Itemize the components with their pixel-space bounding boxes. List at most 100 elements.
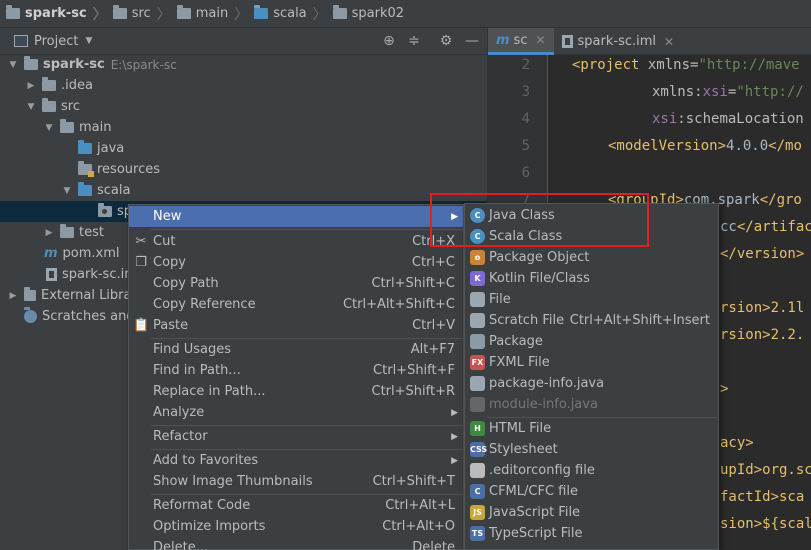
tree-item-main[interactable]: ▼ main (0, 117, 487, 138)
menu-item-shortcut: Ctrl+Shift+R (371, 384, 456, 399)
menu-item-copy-path[interactable]: Copy Path Ctrl+Shift+C (129, 273, 463, 294)
menu-item-label: Analyze (153, 405, 205, 420)
expanded-arrow-icon[interactable]: ▼ (8, 60, 18, 70)
code-line: rsion>2.2. (720, 327, 805, 343)
code-line: xsi:schemaLocation (652, 111, 804, 127)
locate-icon[interactable]: ⊕ (381, 33, 397, 49)
editorconfig-icon (470, 463, 485, 478)
highlight-annotation-box (430, 193, 649, 247)
menu-item-shortcut: Ctrl+C (411, 255, 455, 270)
tree-item-label: main (79, 120, 112, 135)
new-menu-item[interactable]: TS TypeScript File (465, 523, 718, 544)
hide-panel-icon[interactable]: — (464, 33, 480, 49)
menu-item-label: Replace in Path... (153, 384, 266, 399)
submenu-arrow-icon: ▶ (451, 431, 458, 442)
menu-item-reformat-code[interactable]: Reformat Code Ctrl+Alt+L (129, 495, 463, 516)
menu-item-new[interactable]: New ▶ (129, 206, 463, 227)
tree-item-scala[interactable]: ▼ scala (0, 180, 487, 201)
breadcrumb-item-main[interactable]: main 〉 (176, 4, 254, 24)
breadcrumb-item-src[interactable]: src 〉 (112, 4, 177, 24)
submenu-arrow-icon: ▶ (451, 455, 458, 466)
code-line: > (720, 381, 729, 397)
menu-item-cut[interactable]: ✂ Cut Ctrl+X (129, 231, 463, 252)
menu-item-find-in-path[interactable]: Find in Path... Ctrl+Shift+F (129, 360, 463, 381)
menu-item-label: CFML/CFC file (489, 484, 578, 499)
css-icon: CSS (470, 442, 487, 457)
tab-spark-sc-iml[interactable]: spark-sc.iml ✕ (554, 28, 683, 55)
menu-item-replace-in-path[interactable]: Replace in Path... Ctrl+Shift+R (129, 381, 463, 402)
package-info-icon (470, 376, 485, 391)
chevron-right-icon: 〉 (234, 6, 249, 23)
project-view-selector[interactable]: Project (34, 34, 78, 49)
menu-item-analyze[interactable]: Analyze ▶ (129, 402, 463, 423)
file-icon (470, 292, 485, 307)
context-menu: New ▶ ✂ Cut Ctrl+X ❐ Copy Ctrl+C Copy Pa… (128, 204, 464, 550)
menu-item-shortcut: Ctrl+Alt+Shift+C (342, 297, 455, 312)
menu-item-paste[interactable]: 📋 Paste Ctrl+V (129, 315, 463, 336)
breadcrumb-label: spark-sc (25, 6, 87, 21)
breadcrumb-item-scala[interactable]: scala 〉 (254, 4, 332, 24)
breadcrumb-label: scala (273, 6, 307, 21)
close-icon[interactable]: ✕ (664, 35, 674, 49)
tree-item-spark-sc[interactable]: ▼ spark-sc E:\spark-sc (0, 54, 487, 75)
new-menu-item[interactable]: CSS Stylesheet (465, 439, 718, 460)
new-menu-item[interactable]: Scratch File Ctrl+Alt+Shift+Insert (465, 310, 718, 331)
menu-item-copy[interactable]: ❐ Copy Ctrl+C (129, 252, 463, 273)
folder-icon (6, 5, 20, 19)
code-line: rsion>2.1l (720, 300, 805, 316)
tree-item-label: resources (97, 162, 161, 177)
source-folder-icon (78, 140, 92, 154)
line-number: 2 (521, 57, 530, 73)
package-icon (332, 5, 347, 19)
menu-item-find-usages[interactable]: Find Usages Alt+F7 (129, 339, 463, 360)
menu-item-label: Copy Reference (153, 297, 256, 312)
breadcrumb-label: src (131, 6, 151, 21)
menu-item-label: Package (489, 334, 543, 349)
menu-item-label: FXML File (489, 355, 550, 370)
collapse-all-icon[interactable]: ≑ (406, 33, 422, 49)
tree-item-resources[interactable]: resources (0, 159, 487, 180)
menu-item-optimize-imports[interactable]: Optimize Imports Ctrl+Alt+O (129, 516, 463, 537)
new-menu-item[interactable]: File (465, 289, 718, 310)
breadcrumb-item-spark02[interactable]: spark02 (332, 5, 404, 21)
new-menu-item[interactable]: C CFML/CFC file (465, 481, 718, 502)
tree-item-label: spark-sc (43, 57, 105, 72)
collapsed-arrow-icon[interactable]: ▶ (44, 228, 54, 238)
breadcrumb-item-project[interactable]: spark-sc 〉 (6, 4, 113, 24)
close-icon[interactable]: ✕ (535, 33, 545, 47)
new-menu-item[interactable]: JS JavaScript File (465, 502, 718, 523)
new-menu-item[interactable]: .editorconfig file (465, 460, 718, 481)
new-menu-item[interactable]: K Kotlin File/Class (465, 268, 718, 289)
new-menu-item[interactable]: FX FXML File (465, 352, 718, 373)
menu-item-show-image-thumbnails[interactable]: Show Image Thumbnails Ctrl+Shift+T (129, 471, 463, 492)
menu-item-copy-reference[interactable]: Copy Reference Ctrl+Alt+Shift+C (129, 294, 463, 315)
tab-pom[interactable]: m sc ✕ (488, 28, 554, 55)
tree-item-src[interactable]: ▼ src (0, 96, 487, 117)
new-menu-item[interactable]: H HTML File (465, 418, 718, 439)
code-line: xmlns:xsi="http:// (652, 84, 804, 100)
menu-item-label: Copy Path (153, 276, 219, 291)
cfml-icon: C (470, 484, 485, 499)
menu-item-refactor[interactable]: Refactor ▶ (129, 426, 463, 447)
new-menu-item[interactable]: package-info.java (465, 373, 718, 394)
dropdown-arrow-icon[interactable]: ▼ (85, 36, 92, 46)
new-menu-item[interactable]: Package (465, 331, 718, 352)
collapsed-arrow-icon[interactable]: ▶ (8, 291, 18, 301)
collapsed-arrow-icon[interactable]: ▶ (26, 81, 36, 91)
expanded-arrow-icon[interactable]: ▼ (26, 102, 36, 112)
code-line: factId>sca (720, 489, 805, 505)
chevron-right-icon: 〉 (312, 6, 327, 23)
gear-icon[interactable]: ⚙ (438, 33, 454, 49)
new-menu-item[interactable]: o Package Object (465, 247, 718, 268)
menu-item-label: Show Image Thumbnails (153, 474, 313, 489)
expanded-arrow-icon[interactable]: ▼ (62, 186, 72, 196)
code-line: cc</artifac (720, 219, 811, 235)
menu-item-delete[interactable]: Delete... Delete (129, 537, 463, 550)
expanded-arrow-icon[interactable]: ▼ (44, 123, 54, 133)
menu-item-add-to-favorites[interactable]: Add to Favorites ▶ (129, 450, 463, 471)
tree-item-java[interactable]: java (0, 138, 487, 159)
submenu-arrow-icon: ▶ (451, 407, 458, 418)
module-folder-icon (24, 56, 38, 70)
breadcrumb: spark-sc 〉 src 〉 main 〉 scala 〉 spark02 (0, 0, 811, 28)
tree-item-idea[interactable]: ▶ .idea (0, 75, 487, 96)
